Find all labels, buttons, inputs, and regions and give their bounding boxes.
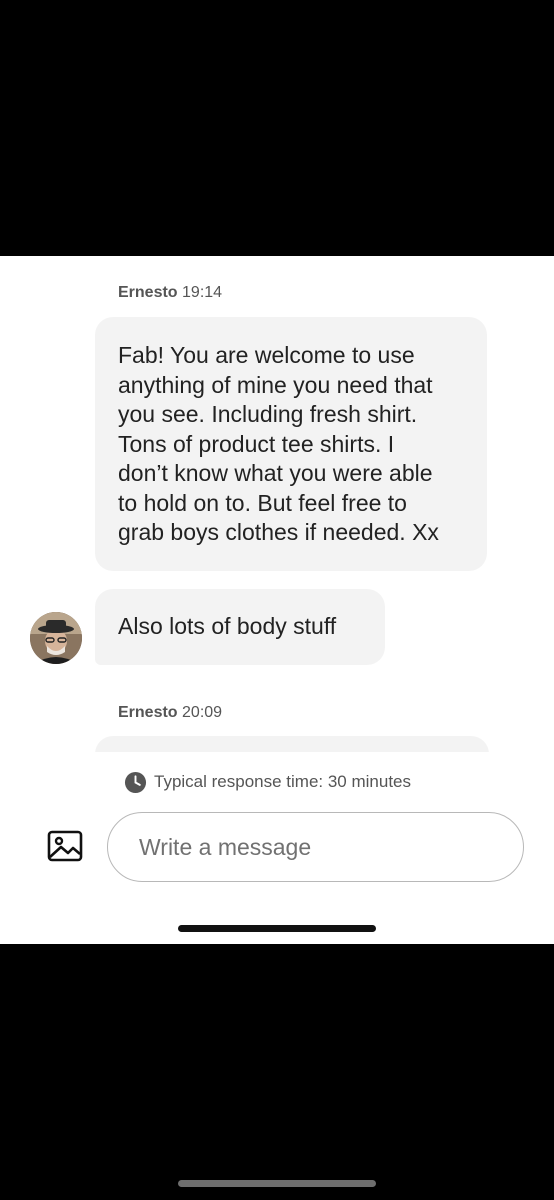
message-time: 19:14: [182, 284, 223, 301]
avatar[interactable]: [30, 612, 82, 664]
message-text: Also lots of body stuff: [118, 613, 337, 639]
message-header: Ernesto 20:09: [118, 704, 222, 722]
message-line: don’t know what you were able: [118, 460, 433, 486]
message-line: Tons of product tee shirts. I: [118, 430, 395, 457]
message-line: Fab! You are welcome to use: [118, 342, 415, 368]
message-line: grab boys clothes if needed. Xx: [118, 519, 439, 545]
bottom-letterbox: [0, 944, 554, 1200]
response-time: Typical response time: 30 minutes: [124, 770, 411, 794]
attach-image-button[interactable]: [47, 830, 83, 864]
clock-icon: [124, 771, 147, 793]
message-line: to hold on to. But feel free to: [118, 489, 407, 516]
home-indicator[interactable]: [178, 925, 376, 932]
message-input[interactable]: [107, 812, 524, 882]
message-line: anything of mine you need that: [118, 371, 433, 398]
image-icon: [47, 830, 83, 862]
avatar-image: [30, 612, 82, 664]
message-time: 20:09: [182, 704, 223, 721]
message-bubble[interactable]: Also lots of body stuff: [95, 589, 385, 665]
sender-name: Ernesto: [118, 284, 178, 301]
message-bubble[interactable]: Fab! You are welcome to use anything of …: [95, 317, 487, 571]
response-time-text: Typical response time: 30 minutes: [154, 772, 412, 791]
home-indicator[interactable]: [178, 1180, 376, 1187]
message-header: Ernesto 19:14: [118, 284, 222, 302]
message-thread-screen: Ernesto 19:14 Fab! You are welcome to us…: [0, 256, 554, 944]
sender-name: Ernesto: [118, 704, 178, 721]
top-letterbox: [0, 0, 554, 256]
message-line: you see. Including fresh shirt.: [118, 401, 418, 427]
